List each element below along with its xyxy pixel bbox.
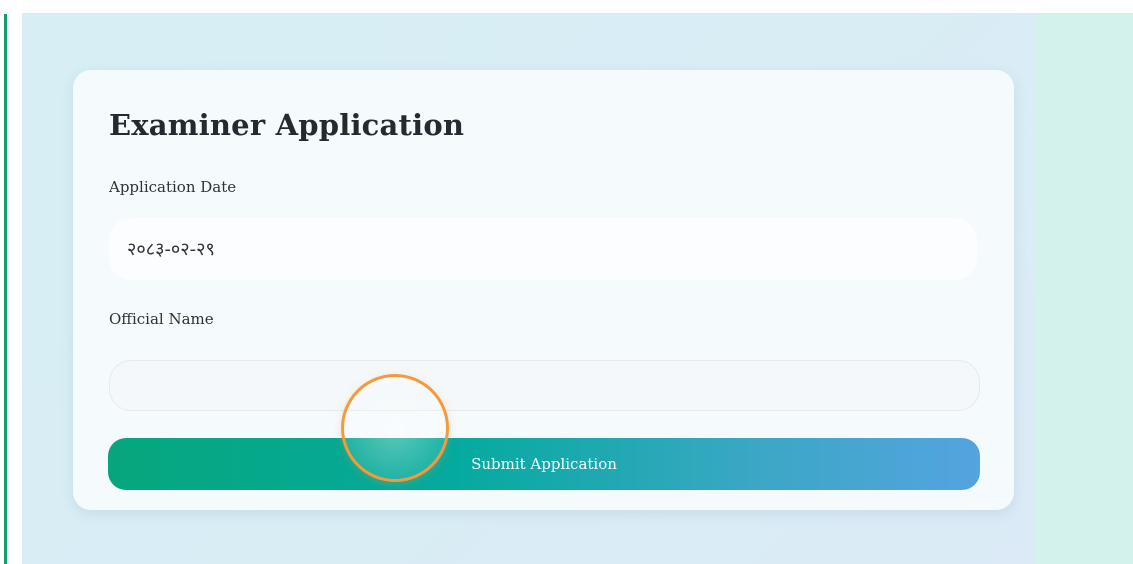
side-panel-strip [1036, 13, 1133, 564]
submit-application-button[interactable]: Submit Application [108, 438, 980, 490]
application-date-field[interactable] [109, 218, 977, 280]
official-name-label: Official Name [109, 310, 214, 328]
page-background: Examiner Application Application Date Of… [22, 13, 1133, 564]
page-title: Examiner Application [109, 108, 465, 142]
left-accent-bar [4, 14, 7, 564]
application-card: Examiner Application Application Date Of… [73, 70, 1014, 510]
official-name-field[interactable] [109, 360, 980, 411]
application-date-label: Application Date [109, 178, 237, 196]
